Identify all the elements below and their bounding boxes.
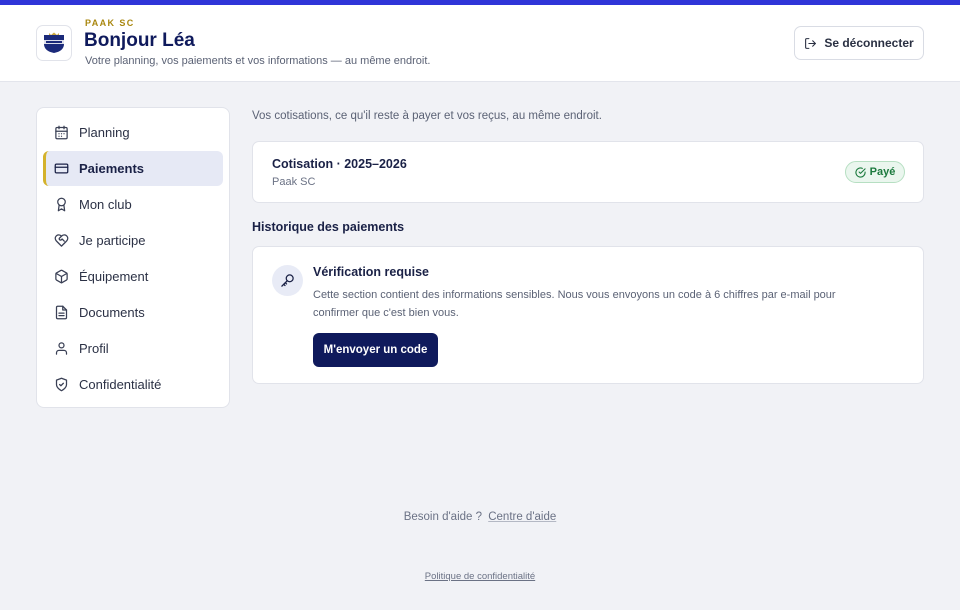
send-code-button[interactable]: M'envoyer un code bbox=[313, 333, 438, 367]
status-badge-label: Payé bbox=[869, 166, 896, 178]
payment-history-title: Historique des paiements bbox=[252, 220, 405, 234]
check-circle-icon bbox=[855, 166, 866, 178]
page-title: Bonjour Léa bbox=[84, 30, 195, 51]
key-icon-container bbox=[272, 265, 303, 296]
sidebar-item-profil[interactable]: Profil bbox=[43, 331, 223, 366]
logout-button-label: Se déconnecter bbox=[824, 36, 914, 50]
box-icon bbox=[55, 269, 68, 284]
help-text: Besoin d'aide ? bbox=[403, 511, 483, 523]
sidebar-item-confidentialite[interactable]: Confidentialité bbox=[43, 367, 223, 402]
status-badge: Payé bbox=[845, 161, 905, 183]
credit-card-icon bbox=[54, 163, 69, 174]
verification-text: Cette section contient des informations … bbox=[313, 289, 836, 319]
privacy-footer: Politique de confidentialité bbox=[0, 571, 960, 582]
sidebar-item-je-participe[interactable]: Je participe bbox=[43, 223, 223, 258]
club-logo bbox=[36, 25, 72, 61]
cotisation-card: Cotisation · 2025–2026 Paak SC Payé bbox=[252, 141, 924, 203]
header-subtitle: Votre planning, vos paiements et vos inf… bbox=[85, 55, 431, 67]
document-icon bbox=[55, 305, 68, 320]
sidebar-item-label: Paiements bbox=[79, 161, 145, 176]
calendar-icon bbox=[55, 125, 68, 140]
sidebar-item-mon-club[interactable]: Mon club bbox=[43, 187, 223, 222]
sidebar-item-documents[interactable]: Documents bbox=[43, 295, 223, 330]
logout-button[interactable]: Se déconnecter bbox=[794, 26, 924, 60]
privacy-policy-link[interactable]: Politique de confidentialité bbox=[425, 571, 535, 582]
cotisation-title: Cotisation · 2025–2026 bbox=[272, 157, 407, 171]
sidebar-item-label: Mon club bbox=[79, 197, 132, 212]
sidebar-item-label: Confidentialité bbox=[79, 377, 162, 392]
sidebar-item-label: Équipement bbox=[79, 269, 149, 284]
sidebar-item-label: Planning bbox=[79, 125, 130, 140]
verification-card: Vérification requise Cette section conti… bbox=[252, 246, 924, 384]
page-header: PAAK SC Bonjour Léa Votre planning, vos … bbox=[0, 5, 960, 82]
heart-handshake-icon bbox=[54, 234, 69, 247]
help-center-link[interactable]: Centre d'aide bbox=[488, 511, 556, 523]
sidebar-item-equipement[interactable]: Équipement bbox=[43, 259, 223, 294]
club-name-label: PAAK SC bbox=[85, 18, 135, 28]
cotisation-club: Paak SC bbox=[272, 176, 316, 188]
shield-check-icon bbox=[55, 377, 68, 392]
sidebar-item-paiements[interactable]: Paiements bbox=[43, 151, 223, 186]
help-footer: Besoin d'aide ? Centre d'aide bbox=[0, 511, 960, 523]
sidebar-item-label: Je participe bbox=[79, 233, 146, 248]
sidebar-item-planning[interactable]: Planning bbox=[43, 115, 223, 150]
award-icon bbox=[57, 197, 66, 212]
sidebar-nav: Planning Paiements Mon club Je participe… bbox=[36, 107, 230, 408]
sidebar-item-label: Documents bbox=[79, 305, 145, 320]
section-intro: Vos cotisations, ce qu'il reste à payer … bbox=[252, 110, 602, 122]
key-icon bbox=[281, 274, 294, 287]
user-icon bbox=[55, 342, 68, 355]
main-content: Vos cotisations, ce qu'il reste à payer … bbox=[252, 107, 924, 384]
logout-icon bbox=[805, 37, 817, 49]
club-crest-icon bbox=[44, 32, 64, 53]
sidebar-item-label: Profil bbox=[79, 341, 109, 356]
verification-title: Vérification requise bbox=[313, 265, 430, 279]
